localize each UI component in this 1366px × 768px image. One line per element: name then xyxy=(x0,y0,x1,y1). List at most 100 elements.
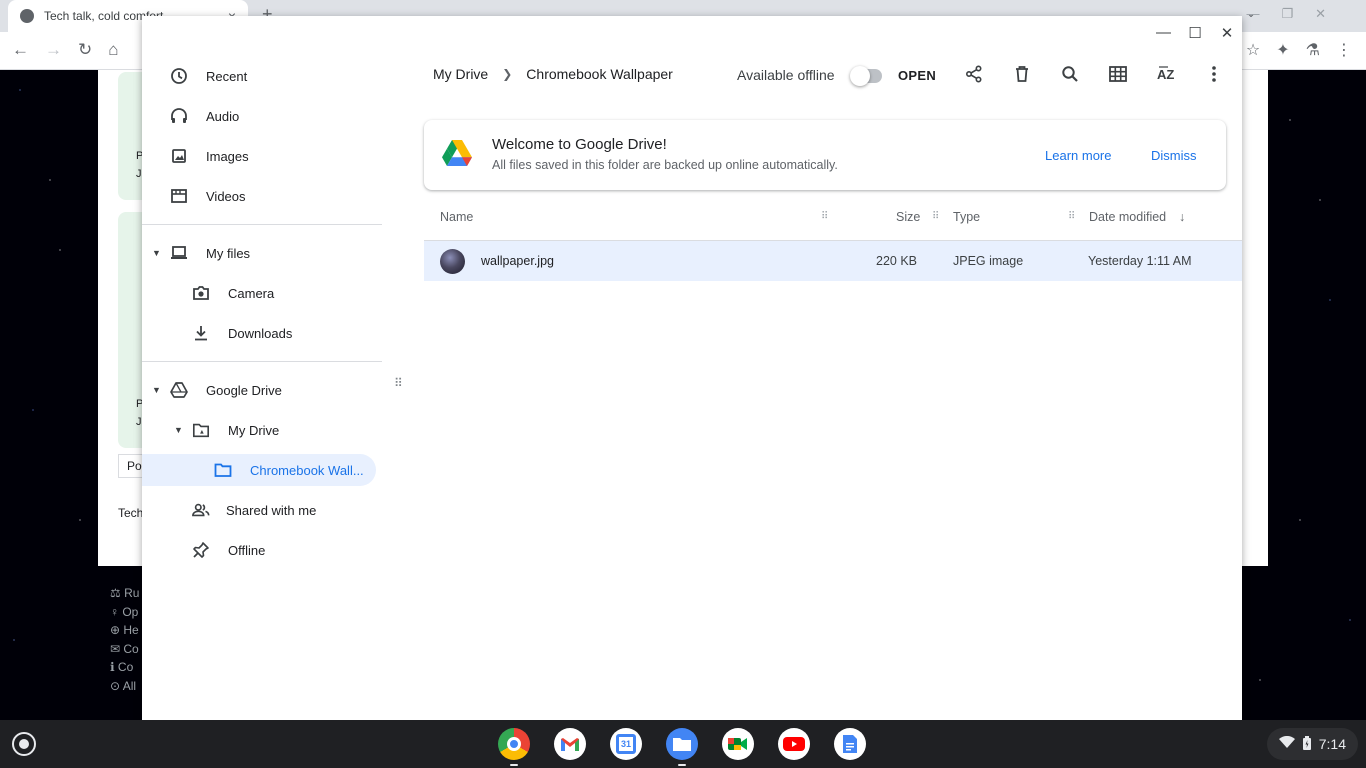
docs-app-icon[interactable] xyxy=(834,728,866,760)
file-name: wallpaper.jpg xyxy=(481,254,554,268)
files-app-window: — ☐ ✕ Recent Audio Images Videos ▼ My fi… xyxy=(142,16,1242,720)
sidebar-item-google-drive[interactable]: ▼ Google Drive xyxy=(152,374,282,406)
reload-icon[interactable]: ↻ xyxy=(78,40,92,60)
pinned-apps: 31 xyxy=(498,728,866,766)
available-offline-label: Available offline xyxy=(737,67,835,83)
open-button[interactable]: OPEN xyxy=(898,68,936,83)
close-window-icon[interactable]: ✕ xyxy=(1315,6,1326,22)
chrome-app-icon[interactable] xyxy=(498,728,530,766)
dismiss-button[interactable]: Dismiss xyxy=(1151,148,1197,163)
status-tray[interactable]: 7:14 xyxy=(1266,728,1358,760)
gmail-app-icon[interactable] xyxy=(554,728,586,760)
sidebar-item-chromebook-wallpaper[interactable]: Chromebook Wall... xyxy=(142,454,376,486)
sidebar-divider xyxy=(142,224,382,225)
star-icon[interactable]: ☆ xyxy=(1246,40,1260,60)
home-icon[interactable]: ⌂ xyxy=(108,40,118,60)
card-text: J xyxy=(136,168,142,180)
available-offline-toggle[interactable] xyxy=(850,66,882,86)
sidebar-item-shared-with-me[interactable]: Shared with me xyxy=(192,494,316,526)
minimize-icon[interactable]: — xyxy=(1156,24,1171,42)
sidebar-item-label: My Drive xyxy=(228,422,280,438)
minimize-icon[interactable]: — xyxy=(1246,6,1259,22)
delete-icon[interactable] xyxy=(1010,62,1034,86)
card-text: J xyxy=(136,416,142,428)
image-icon xyxy=(170,147,188,165)
breadcrumb-item-current[interactable]: Chromebook Wallpaper xyxy=(526,66,673,82)
pin-icon xyxy=(192,541,210,559)
more-options-icon[interactable] xyxy=(1202,62,1226,86)
sidebar-item-camera[interactable]: Camera xyxy=(192,277,274,309)
column-resize-handle[interactable]: ⠿ xyxy=(1068,211,1075,222)
learn-more-link[interactable]: Learn more xyxy=(1045,148,1111,163)
sidebar-item-images[interactable]: Images xyxy=(170,140,249,172)
sidebar-item-label: Downloads xyxy=(228,325,293,341)
wifi-icon xyxy=(1278,735,1295,752)
maximize-icon[interactable]: ☐ xyxy=(1188,24,1202,42)
sidebar-item-downloads[interactable]: Downloads xyxy=(192,317,292,349)
footer-link[interactable]: ♀ Op xyxy=(110,603,139,622)
column-header-type[interactable]: Type xyxy=(953,210,980,224)
column-header-size[interactable]: Size xyxy=(896,210,920,224)
sidebar-divider xyxy=(142,361,382,362)
search-icon[interactable] xyxy=(1058,62,1082,86)
expand-arrow-icon[interactable]: ▼ xyxy=(152,385,162,395)
calendar-app-icon[interactable]: 31 xyxy=(610,728,642,760)
youtube-app-icon[interactable] xyxy=(778,728,810,760)
forward-icon[interactable]: → xyxy=(45,40,62,60)
file-type: JPEG image xyxy=(953,254,1024,268)
footer-link[interactable]: ℹ Co xyxy=(110,658,139,677)
headphones-icon xyxy=(170,107,188,125)
table-row[interactable]: wallpaper.jpg 220 KB JPEG image Yesterda… xyxy=(424,241,1242,281)
breadcrumb: My Drive ❯ Chromebook Wallpaper xyxy=(433,66,673,82)
sidebar-item-my-drive[interactable]: ▼ My Drive xyxy=(174,414,279,446)
footer-link[interactable]: ✉ Co xyxy=(110,640,139,659)
puzzle-icon[interactable]: ✦ xyxy=(1276,40,1289,60)
sidebar-item-my-files[interactable]: ▼ My files xyxy=(152,237,250,269)
sidebar-item-videos[interactable]: Videos xyxy=(170,180,246,212)
sidebar-item-label: Chromebook Wall... xyxy=(250,462,364,478)
lab-icon[interactable]: ⚗ xyxy=(1306,40,1320,60)
battery-icon xyxy=(1302,735,1311,753)
browser-window-controls: — ❐ ✕ xyxy=(1246,6,1326,22)
sidebar-item-label: Camera xyxy=(228,285,275,301)
sidebar-item-label: Offline xyxy=(228,542,266,558)
expand-arrow-icon[interactable]: ▼ xyxy=(152,248,162,258)
restore-icon[interactable]: ❐ xyxy=(1281,6,1293,22)
footer-link[interactable]: ⚖ Ru xyxy=(110,584,139,603)
globe-icon xyxy=(20,9,34,23)
sidebar-item-label: Recent xyxy=(206,68,248,84)
close-icon[interactable]: ✕ xyxy=(1220,24,1234,42)
sidebar-item-offline[interactable]: Offline xyxy=(192,534,265,566)
sidebar-item-audio[interactable]: Audio xyxy=(170,100,239,132)
drive-icon xyxy=(170,381,188,399)
column-resize-handle[interactable]: ⠿ xyxy=(821,211,828,222)
meet-app-icon[interactable] xyxy=(722,728,754,760)
banner-subtitle: All files saved in this folder are backe… xyxy=(492,158,838,172)
sort-descending-arrow-icon[interactable]: ↓ xyxy=(1179,210,1185,224)
sidebar-resize-handle[interactable]: ⠿ xyxy=(394,376,403,390)
expand-arrow-icon[interactable]: ▼ xyxy=(174,425,184,435)
sidebar-item-label: Shared with me xyxy=(226,502,317,518)
clock-icon xyxy=(170,67,188,85)
column-resize-handle[interactable]: ⠿ xyxy=(932,211,939,222)
more-icon[interactable]: ⋮ xyxy=(1336,40,1352,60)
files-app-icon[interactable] xyxy=(666,728,698,766)
footer-link[interactable]: ⊙ All xyxy=(110,677,139,696)
sidebar-item-label: My files xyxy=(206,245,251,261)
download-icon xyxy=(192,324,210,342)
column-header-name[interactable]: Name xyxy=(440,210,473,224)
column-header-date-modified[interactable]: Date modified xyxy=(1089,210,1166,224)
svg-text:AZ: AZ xyxy=(1157,67,1174,82)
back-icon[interactable]: ← xyxy=(12,40,29,60)
sidebar-item-label: Images xyxy=(206,148,249,164)
grid-view-icon[interactable] xyxy=(1106,62,1130,86)
sidebar-item-recent[interactable]: Recent xyxy=(170,60,247,92)
breadcrumb-item-my-drive[interactable]: My Drive xyxy=(433,66,488,82)
file-thumbnail xyxy=(440,249,465,274)
sidebar-item-label: Audio xyxy=(206,108,240,124)
laptop-icon xyxy=(170,244,188,262)
share-icon[interactable] xyxy=(962,62,986,86)
footer-link[interactable]: ⊕ He xyxy=(110,621,139,640)
launcher-button[interactable] xyxy=(12,732,36,756)
sort-az-icon[interactable]: AZ xyxy=(1154,62,1178,86)
